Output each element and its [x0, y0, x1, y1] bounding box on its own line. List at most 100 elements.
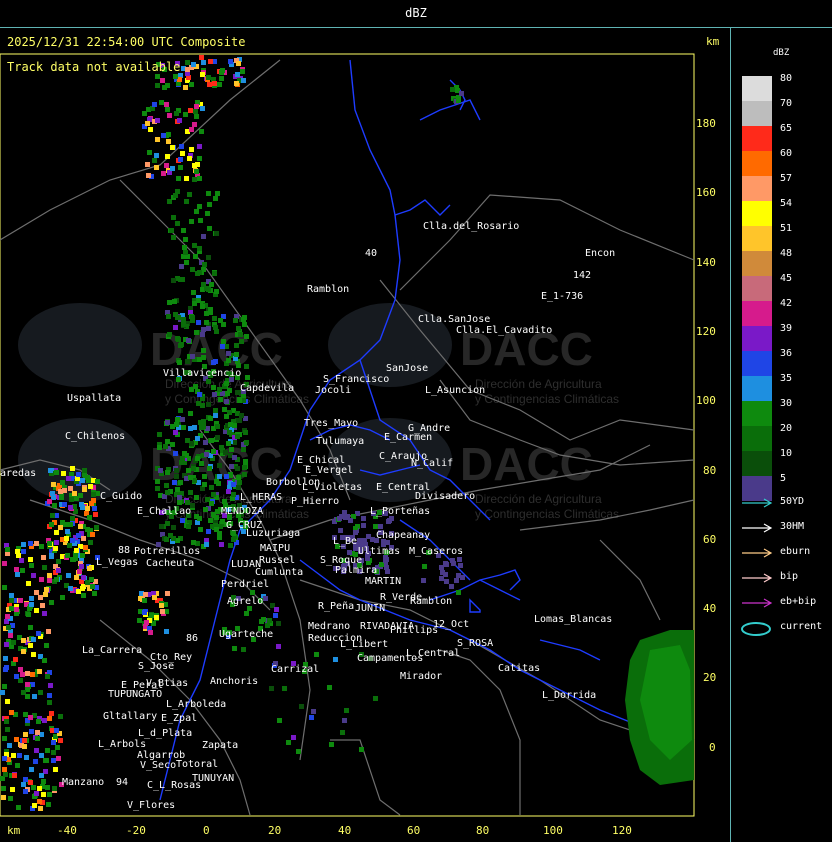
place-label: C_Chilenos [65, 431, 125, 442]
echo-pixel [444, 579, 449, 584]
echo-pixel [211, 512, 216, 517]
echo-pixel [28, 780, 33, 785]
echo-pixel [78, 524, 83, 529]
echo-pixel [191, 62, 196, 67]
echo-pixel [39, 577, 44, 582]
echo-pixel [181, 317, 186, 322]
echo-pixel [154, 165, 159, 170]
echo-pixel [86, 478, 91, 483]
echo-pixel [62, 502, 67, 507]
echo-pixel [92, 591, 97, 596]
legend-track-label: 30HM [780, 521, 805, 532]
echo-pixel [165, 107, 170, 112]
place-label: P_Hierro [291, 496, 339, 507]
echo-pixel [34, 748, 39, 753]
legend-swatch-label: 57 [780, 173, 793, 184]
echo-pixel [51, 740, 56, 745]
place-label: 88 [118, 545, 130, 556]
place-label: Anchoris [210, 676, 258, 687]
echo-pixel [2, 736, 7, 741]
echo-pixel [43, 592, 48, 597]
echo-pixel [29, 563, 34, 568]
echo-pixel [70, 466, 75, 471]
echo-pixel [173, 74, 178, 79]
echo-pixel [344, 708, 349, 713]
echo-pixel [158, 468, 163, 473]
echo-pixel [182, 245, 187, 250]
echo-pixel [185, 67, 190, 72]
echo-pixel [34, 590, 39, 595]
place-label: Divisadero [415, 491, 475, 502]
echo-pixel [137, 618, 142, 623]
echo-pixel [61, 471, 66, 476]
echo-pixel [226, 489, 231, 494]
echo-pixel [183, 112, 188, 117]
place-label: N_Calif [411, 458, 453, 469]
echo-pixel [421, 578, 426, 583]
echo-pixel [194, 330, 199, 335]
echo-pixel [206, 402, 211, 407]
echo-pixel [353, 530, 358, 535]
echo-pixel [41, 779, 46, 784]
echo-pixel [80, 553, 85, 558]
echo-pixel [193, 384, 198, 389]
echo-pixel [65, 529, 70, 534]
place-label: C_L_Rosas [147, 780, 201, 791]
echo-pixel [79, 564, 84, 569]
echo-pixel [232, 455, 237, 460]
echo-pixel [42, 658, 47, 663]
echo-pixel [171, 525, 176, 530]
echo-pixel [208, 59, 213, 64]
track-status: Track data not available [7, 60, 181, 74]
echo-pixel [14, 567, 19, 572]
echo-pixel [178, 408, 183, 413]
echo-pixel [164, 102, 169, 107]
echo-pixel [204, 542, 209, 547]
y-tick: 40 [703, 602, 717, 615]
echo-pixel [177, 495, 182, 500]
echo-pixel [95, 479, 100, 484]
echo-pixel [14, 674, 19, 679]
echo-pixel [44, 643, 49, 648]
legend-swatch-label: 45 [780, 273, 793, 284]
echo-pixel [197, 144, 202, 149]
echo-pixel [451, 561, 456, 566]
place-label: MENDOZA [221, 506, 263, 517]
echo-pixel [309, 715, 314, 720]
echo-pixel [342, 718, 347, 723]
echo-pixel [197, 176, 202, 181]
echo-pixel [1, 786, 6, 791]
echo-pixel [26, 612, 31, 617]
echo-pixel [164, 483, 169, 488]
echo-pixel [238, 332, 243, 337]
echo-pixel [206, 255, 211, 260]
echo-pixel [178, 480, 183, 485]
echo-pixel [77, 569, 82, 574]
echo-pixel [21, 542, 26, 547]
echo-pixel [189, 219, 194, 224]
echo-pixel [179, 342, 184, 347]
echo-pixel [31, 785, 36, 790]
place-label: S_Jose [138, 661, 174, 672]
echo-pixel [23, 789, 28, 794]
place-label: Zapata [202, 740, 238, 751]
echo-pixel [243, 459, 248, 464]
place-label: Tres_Mayo [304, 418, 358, 429]
echo-pixel [191, 290, 196, 295]
echo-pixel [286, 740, 291, 745]
place-label: Perdriel [221, 579, 269, 590]
echo-pixel [161, 171, 166, 176]
y-tick: 80 [703, 464, 717, 477]
place-label: L_Violetas [302, 482, 362, 493]
echo-pixel [165, 470, 170, 475]
echo-pixel [241, 647, 246, 652]
echo-pixel [172, 480, 177, 485]
y-tick: 180 [696, 117, 716, 130]
echo-pixel [198, 218, 203, 223]
place-label: V_Seco [140, 760, 176, 771]
svg-text:Dirección de Agricultura: Dirección de Agricultura [475, 492, 602, 506]
echo-pixel [218, 397, 223, 402]
echo-pixel [235, 466, 240, 471]
echo-pixel [89, 577, 94, 582]
place-label: L_Asuncion [425, 385, 485, 396]
